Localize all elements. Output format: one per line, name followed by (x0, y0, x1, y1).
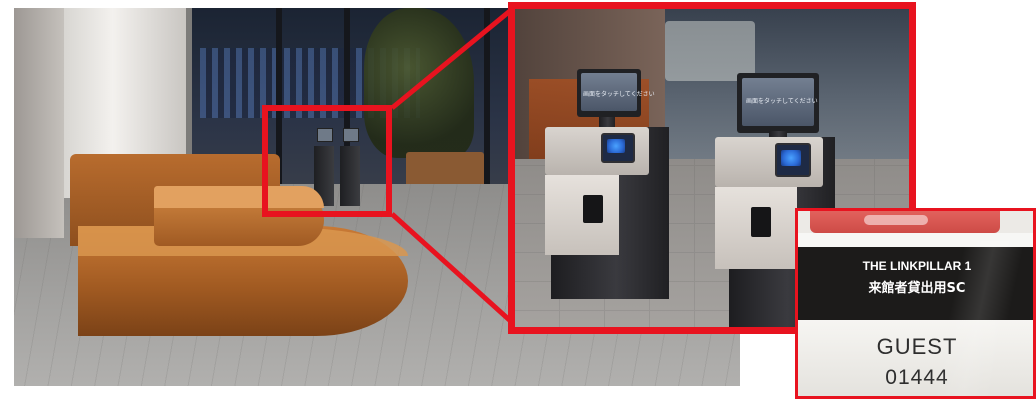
column-left (14, 8, 64, 238)
left-card-reader (601, 133, 635, 163)
left-kiosk-display: 画面をタッチしてください (581, 73, 655, 111)
window-mullion (484, 8, 490, 198)
left-kiosk-front-panel (545, 175, 619, 255)
right-card-slot (751, 207, 771, 237)
card-holder-slot (864, 215, 928, 225)
inset-reflection (665, 21, 755, 81)
highlight-box (262, 105, 392, 217)
card-number: 01444 (885, 366, 949, 389)
guest-card-photo: THE LINKPILLAR 1 来館者貸出用SC GUEST 01444 (795, 208, 1036, 399)
right-reader-light (781, 150, 801, 166)
right-card-reader (775, 143, 811, 177)
right-kiosk-display: 画面をタッチしてください (742, 78, 818, 126)
left-card-slot (583, 195, 603, 223)
left-kiosk-display-text: 画面をタッチしてください (583, 92, 655, 98)
left-kiosk-monitor: 画面をタッチしてください (577, 69, 655, 117)
right-kiosk-display-text: 画面をタッチしてください (746, 99, 818, 105)
left-reader-light (607, 139, 625, 153)
right-kiosk-monitor: 画面をタッチしてください (737, 73, 819, 133)
